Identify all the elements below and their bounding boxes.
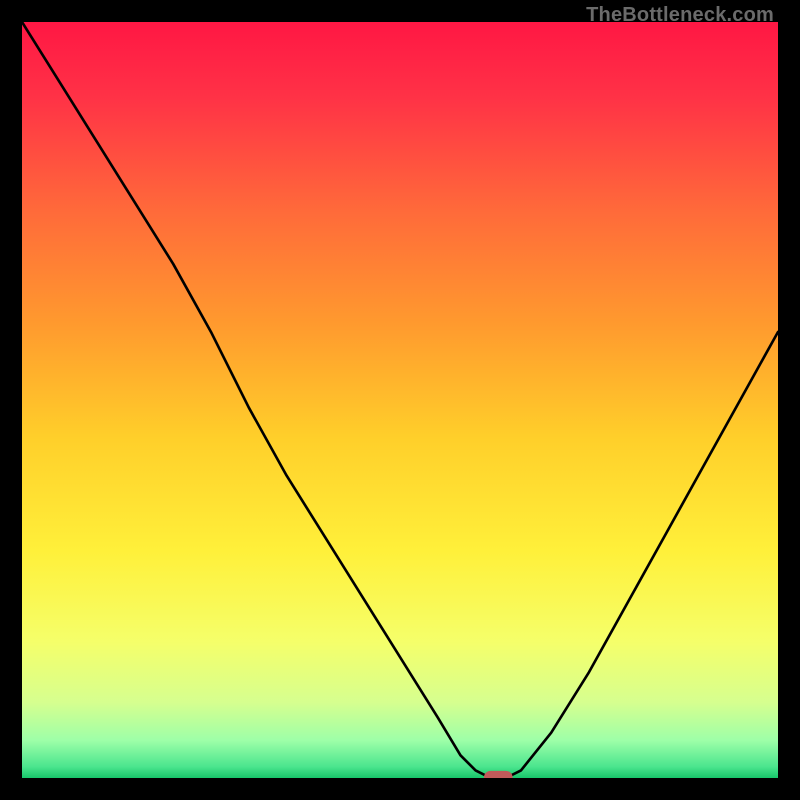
plot-area — [22, 22, 778, 778]
optimum-marker — [22, 22, 778, 778]
chart-stage: TheBottleneck.com — [0, 0, 800, 800]
